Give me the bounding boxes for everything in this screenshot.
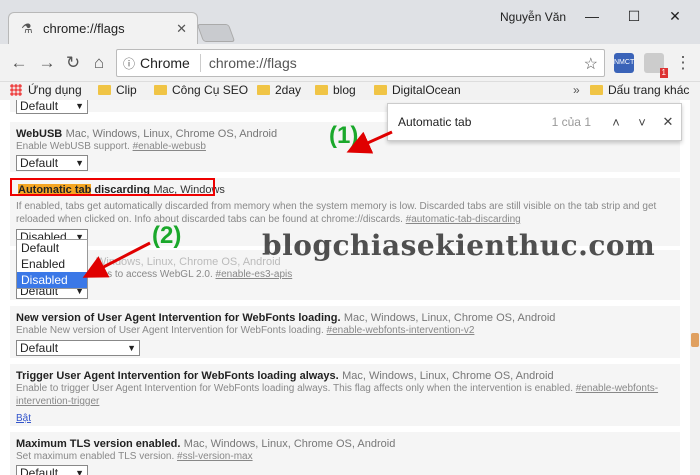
dropdown-option-selected[interactable]: Disabled [17,272,87,288]
chevron-down-icon[interactable]: ˅ [629,115,655,130]
bookmark-apps[interactable]: Ứng dụng [10,83,82,97]
folder-icon [257,85,270,95]
bookmark-folder[interactable]: blog [315,83,356,97]
folder-icon [374,85,387,95]
dropdown-list[interactable]: Default Enabled Disabled [16,239,88,289]
shield-extension-icon[interactable]: 1 [644,53,668,78]
flags-page: Default ▼ WebUSB Mac, Windows, Linux, Chr… [0,100,690,475]
bookmark-label: DigitalOcean [392,83,461,97]
scrollbar[interactable] [690,100,700,475]
divider [199,54,201,72]
flag-select[interactable]: Default ▼ [16,465,88,475]
flag-anchor-link[interactable]: #enable-webusb [133,141,206,152]
flag-select[interactable]: Default ▼ [16,155,88,171]
title-bar: ⚗ chrome://flags ✕ Nguyễn Văn — ☐ ✕ [0,0,700,44]
tab-close-icon[interactable]: ✕ [176,21,187,37]
extension-badge: 1 [659,68,668,78]
address-bar[interactable]: ⓘ Chrome chrome://flags ☆ [116,49,605,77]
close-icon[interactable]: ✕ [655,114,681,130]
scrollbar-thumb[interactable] [691,333,699,347]
flag-anchor-link[interactable]: #automatic-tab-discarding [406,214,521,225]
bookmark-label: Dấu trang khác [608,83,690,97]
dropdown-option[interactable]: Default [17,240,87,256]
apps-icon [10,84,22,96]
flag-description: ons to access WebGL 2.0. [96,269,213,280]
find-bar: Automatic tab 1 của 1 ˄ ˅ ✕ [387,103,682,141]
flag-name: Maximum TLS version enabled. [16,438,181,450]
bookmark-folder[interactable]: DigitalOcean [374,83,461,97]
bookmark-label: 2day [275,83,302,97]
bookmark-label: Clip [116,83,137,97]
flag-platforms: Mac, Windows, Linux, Chrome OS, Android [343,312,556,324]
browser-tab[interactable]: ⚗ chrome://flags ✕ [8,12,198,44]
folder-icon [154,85,167,95]
other-bookmarks[interactable]: Dấu trang khác [590,83,689,97]
folder-icon [590,85,603,95]
flask-icon: ⚗ [21,20,33,36]
flag-anchor-link[interactable]: #enable-webfonts-intervention-v2 [327,325,475,336]
flag-name: WebUSB [16,128,63,140]
chevron-down-icon: ▼ [127,343,136,353]
bookmarks-bar: Ứng dụng Clip Công Cụ SEO 2day blog Digi… [0,82,700,100]
home-icon[interactable]: ⌂ [88,52,110,74]
forward-icon[interactable]: → [36,52,58,74]
dropdown-option[interactable]: Enabled [17,256,87,272]
annotation-label-2: (2) [152,222,182,249]
bookmark-folder[interactable]: 2day [257,83,301,97]
chevron-down-icon: ▼ [75,468,84,475]
annotation-box [10,178,215,196]
info-icon[interactable]: ⓘ [123,55,135,72]
bookmark-label: Ứng dụng [28,83,82,97]
flag-platforms: Mac, Windows, Linux, Chrome OS, Android [65,128,278,140]
bookmarks-overflow[interactable]: » [573,83,580,97]
watermark: blogchiasekienthuc.com [262,229,656,262]
flag-description: Enable WebUSB support. [16,141,130,152]
menu-icon[interactable]: ⋮ [672,52,694,74]
tab-title: chrome://flags [43,21,125,36]
flag-select[interactable]: Default ▼ [16,100,88,114]
close-button[interactable]: ✕ [660,4,690,28]
flag-description: Enable New version of User Agent Interve… [16,325,324,336]
flag-name: Trigger User Agent Intervention for WebF… [16,370,339,382]
flag-name: New version of User Agent Intervention f… [16,312,341,324]
back-icon[interactable]: ← [8,52,30,74]
bookmark-label: Công Cụ SEO [172,83,249,97]
bookmark-star-icon[interactable]: ☆ [584,54,598,74]
chevron-down-icon: ▼ [75,158,84,168]
new-tab-button[interactable] [196,24,236,42]
toolbar: ← → ↻ ⌂ ⓘ Chrome chrome://flags ☆ NMCT 1… [0,44,700,82]
bookmark-folder[interactable]: Clip [98,83,137,97]
annotation-label-1: (1) [329,122,359,149]
flag-tls-max: Maximum TLS version enabled. Mac, Window… [10,432,680,475]
flag-webfonts-trigger: Trigger User Agent Intervention for WebF… [10,364,680,426]
maximize-button[interactable]: ☐ [619,4,649,28]
bookmark-folder[interactable]: Công Cụ SEO [154,83,248,97]
chevron-down-icon: ▼ [75,101,84,111]
profile-name[interactable]: Nguyễn Văn [500,10,566,24]
flag-description: If enabled, tabs get automatically disca… [16,201,657,225]
reload-icon[interactable]: ↻ [62,52,84,74]
folder-icon [98,85,111,95]
flag-platforms: Windows, Linux, Chrome OS, Android [96,256,281,268]
site-label: Chrome [140,55,190,71]
chevron-up-icon[interactable]: ˄ [603,115,629,130]
find-input[interactable]: Automatic tab [398,115,552,129]
flag-platforms: Mac, Windows, Linux, Chrome OS, Android [183,438,396,450]
enable-link[interactable]: Bật [16,413,31,424]
extension-icon[interactable]: NMCT [614,53,634,73]
flag-platforms: Mac, Windows, Linux, Chrome OS, Android [342,370,554,382]
flag-webfonts-v2: New version of User Agent Intervention f… [10,306,680,358]
find-count: 1 của 1 [551,115,591,129]
flag-description: Set maximum enabled TLS version. [16,451,175,462]
flag-anchor-link[interactable]: #ssl-version-max [177,451,253,462]
flag-select[interactable]: Default ▼ [16,340,140,356]
minimize-button[interactable]: — [577,4,607,28]
flag-description: Enable to trigger User Agent Interventio… [16,383,573,394]
bookmark-label: blog [333,83,356,97]
url-text[interactable]: chrome://flags [209,55,297,71]
folder-icon [315,85,328,95]
flag-anchor-link[interactable]: #enable-es3-apis [216,269,293,280]
